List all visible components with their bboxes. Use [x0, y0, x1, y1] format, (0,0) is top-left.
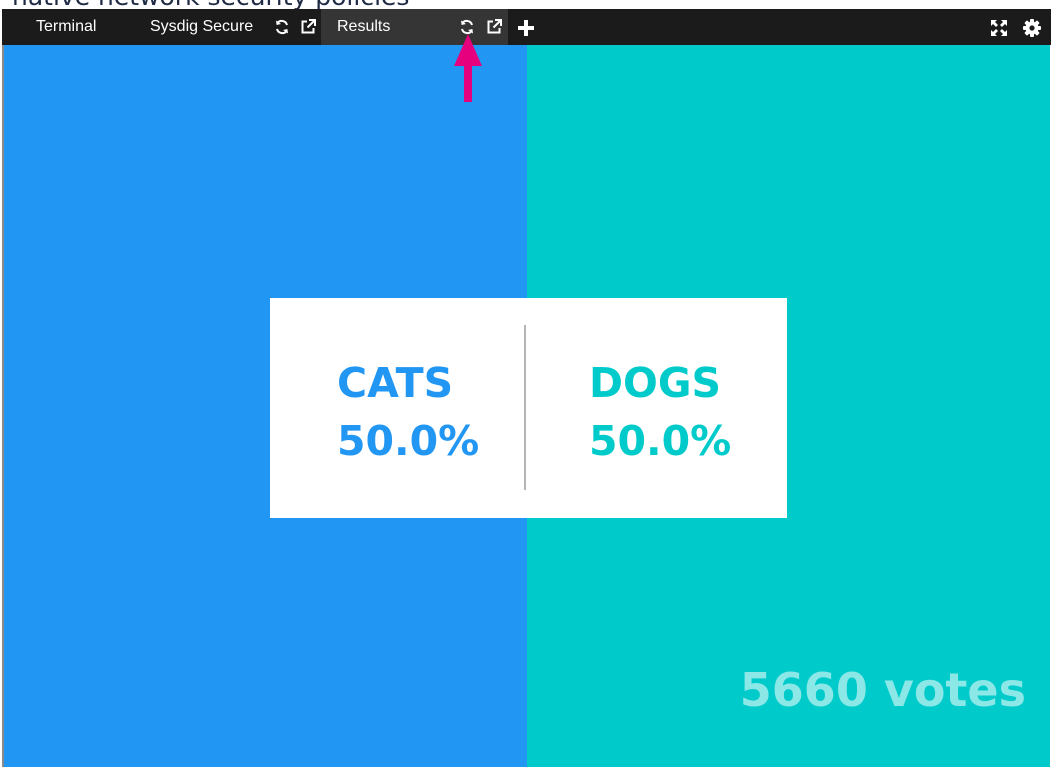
vote-count: 5660 votes [739, 663, 1026, 717]
page: native network security policies Termina… [0, 0, 1055, 767]
page-heading: native network security policies [12, 0, 409, 9]
results-divider [524, 325, 526, 490]
fullscreen-button[interactable] [989, 18, 1009, 38]
dogs-result: DOGS 50.0% [589, 354, 731, 470]
external-link-icon[interactable] [299, 18, 317, 36]
cats-percent: 50.0% [337, 417, 480, 465]
tab-terminal[interactable]: Terminal [2, 9, 132, 45]
expand-icon [991, 20, 1007, 36]
results-card: CATS 50.0% DOGS 50.0% [270, 298, 787, 518]
results-frame: CATS 50.0% DOGS 50.0% 5660 votes [2, 45, 1050, 767]
external-link-icon[interactable] [485, 18, 503, 36]
tab-terminal-label: Terminal [36, 18, 97, 35]
refresh-icon[interactable] [273, 18, 291, 36]
dogs-percent: 50.0% [589, 417, 732, 465]
annotation-arrow-icon [454, 34, 482, 102]
dogs-label: DOGS [589, 359, 722, 407]
tab-sysdig-secure-label: Sysdig Secure [150, 18, 254, 35]
settings-button[interactable] [1022, 18, 1042, 38]
tab-bar: Terminal Sysdig Secure Results [2, 9, 1051, 45]
tab-results-label: Results [337, 18, 391, 35]
cats-label: CATS [337, 359, 454, 407]
tab-sysdig-secure[interactable]: Sysdig Secure [132, 9, 321, 45]
add-tab-button[interactable] [516, 18, 536, 38]
cats-result: CATS 50.0% [337, 354, 479, 470]
plus-icon [518, 20, 534, 36]
gear-icon [1023, 19, 1041, 37]
